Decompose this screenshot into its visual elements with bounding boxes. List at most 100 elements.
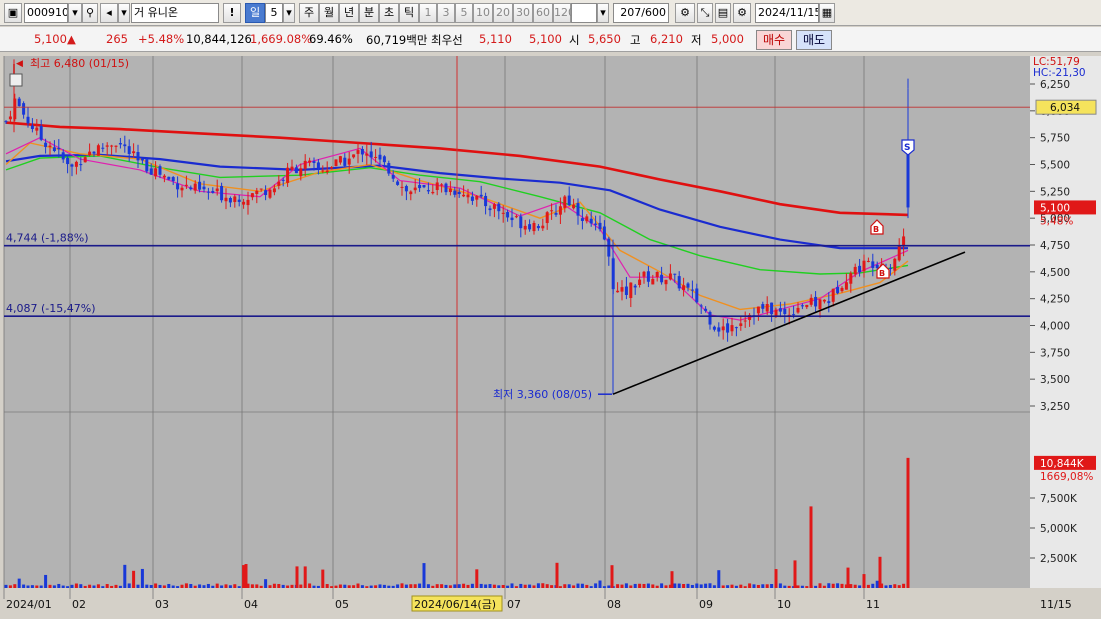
period-tick-button[interactable]: 틱 <box>399 3 419 23</box>
tick-3-button[interactable]: 3 <box>437 3 455 23</box>
volume-bar <box>44 574 48 588</box>
volume-bar <box>484 584 488 588</box>
search-icon[interactable]: ⚲ <box>82 3 98 23</box>
price-tick-label: 4,250 <box>1040 294 1070 306</box>
volume-bar <box>787 585 791 588</box>
volume-bar <box>74 583 78 588</box>
volume-spike <box>670 571 674 588</box>
data-count-field[interactable]: 207/600 <box>613 3 669 23</box>
candle <box>228 197 232 203</box>
candle <box>620 287 624 292</box>
chart-canvas[interactable]: 2024/06/14(금) 4,744 (-1,88%) 4,087 (-15,47… <box>0 54 1101 616</box>
tick-20-button[interactable]: 20 <box>493 3 513 23</box>
x-axis-label: 09 <box>699 598 713 611</box>
calendar-icon[interactable]: ▦ <box>819 3 835 23</box>
candle <box>154 168 158 177</box>
tick-5-button[interactable]: 5 <box>455 3 473 23</box>
volume-bar <box>61 585 65 588</box>
candle <box>365 153 369 156</box>
stock-code-input[interactable]: 000910 <box>24 3 68 23</box>
candle <box>730 325 734 332</box>
period-month-button[interactable]: 월 <box>319 3 339 23</box>
candle <box>88 151 92 156</box>
low-marker-label: 최저 3,360 (08/05) <box>493 388 592 401</box>
price-tick-label: 4,500 <box>1040 267 1070 279</box>
volume-bar <box>312 585 316 588</box>
candle <box>259 188 263 190</box>
volume-bar <box>189 584 193 588</box>
volume-bar <box>598 580 602 588</box>
sell-button[interactable]: 매도 <box>796 30 833 50</box>
volume-bar <box>352 585 356 588</box>
candle <box>756 306 760 314</box>
candle <box>541 225 545 229</box>
stock-name-field[interactable]: 거 유니온 <box>131 3 219 23</box>
volume-bar <box>875 580 879 588</box>
volume-bar <box>220 585 224 588</box>
volume-bar <box>52 585 56 588</box>
save-icon[interactable]: ▤ <box>715 3 731 23</box>
volume-bar <box>572 585 576 588</box>
candle <box>484 195 488 207</box>
volume-bar <box>849 584 853 588</box>
volume-bar <box>541 583 545 588</box>
period-second-button[interactable]: 초 <box>379 3 399 23</box>
candle <box>778 308 782 312</box>
tick-1-button[interactable]: 1 <box>419 3 437 23</box>
alert-button[interactable]: ! <box>223 3 241 23</box>
period-week-button[interactable]: 주 <box>299 3 319 23</box>
volume-bar <box>717 570 721 588</box>
open-label: 시 <box>569 33 580 47</box>
volume-bar <box>110 585 114 588</box>
tick-30-button[interactable]: 30 <box>513 3 533 23</box>
settings-icon[interactable]: ⚙ <box>733 3 751 23</box>
zoom-icon[interactable]: ⤡ <box>697 3 713 23</box>
volume-bar <box>510 583 514 588</box>
stock-chart[interactable]: 2024/06/14(금) 4,744 (-1,88%) 4,087 (-15,47… <box>0 54 1101 616</box>
window-icon[interactable]: ▣ <box>4 3 22 23</box>
candle <box>699 305 703 307</box>
volume-bar <box>488 584 492 588</box>
buy-button[interactable]: 매수 <box>756 30 793 50</box>
candle <box>743 320 747 322</box>
volume-bar <box>440 584 444 588</box>
candle <box>651 278 655 285</box>
speaker-dropdown-icon[interactable]: ▾ <box>118 3 130 23</box>
period-minute-button[interactable]: 분 <box>359 3 379 23</box>
period-dropdown-icon[interactable]: ▾ <box>283 3 295 23</box>
tick-60-button[interactable]: 60 <box>533 3 553 23</box>
open-price: 5,650 <box>588 32 621 46</box>
volume-bar <box>413 584 417 588</box>
x-axis-label: 10 <box>777 598 791 611</box>
high-price: 6,210 <box>650 32 683 46</box>
date-field[interactable]: 2024/11/15 <box>755 3 819 23</box>
candle <box>39 125 43 140</box>
volume-spike <box>906 457 910 588</box>
volume-bar <box>268 585 272 588</box>
period-year-button[interactable]: 년 <box>339 3 359 23</box>
code-dropdown-icon[interactable]: ▾ <box>68 3 82 23</box>
candle <box>264 190 268 196</box>
best-bid: 5,100 <box>529 32 562 46</box>
candle <box>871 261 875 268</box>
volume-bar <box>682 584 686 588</box>
volume-spike <box>295 566 299 588</box>
tick-custom-field[interactable] <box>571 3 597 23</box>
candle <box>594 223 598 225</box>
tick-10-button[interactable]: 10 <box>473 3 493 23</box>
speaker-icon[interactable]: ◂ <box>100 3 118 23</box>
volume-bar <box>858 585 862 588</box>
volume-bar <box>193 585 197 588</box>
period-num-field[interactable]: 5 <box>265 3 283 23</box>
tick-dropdown-icon[interactable]: ▾ <box>597 3 609 23</box>
tick-120-button[interactable]: 120 <box>553 3 575 23</box>
candle <box>479 194 483 197</box>
candle <box>462 194 466 197</box>
candle <box>66 157 70 165</box>
period-day-button[interactable]: 일 <box>245 3 265 23</box>
candle <box>237 199 241 202</box>
candle <box>770 302 774 315</box>
chart-tool-icon[interactable]: ⚙ <box>675 3 695 23</box>
toolbar: ▣ 000910 ▾ ⚲ ◂ ▾ 거 유니온 ! 일 5 ▾ 주 월 년 분 초… <box>0 0 1101 26</box>
volume-bar <box>206 583 210 588</box>
